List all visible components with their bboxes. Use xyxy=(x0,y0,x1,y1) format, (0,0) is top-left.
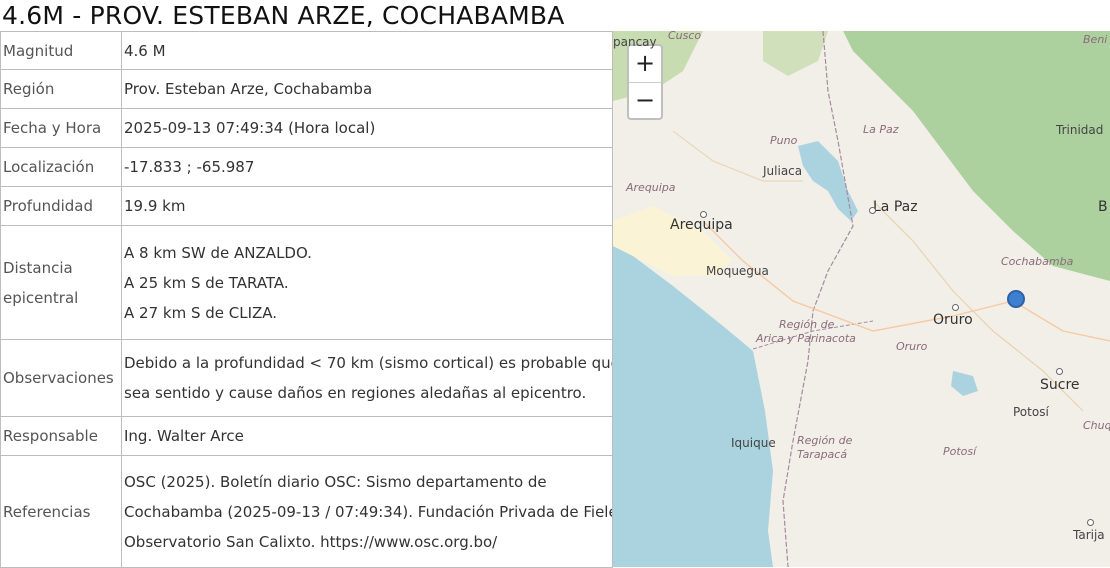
distance-line: A 27 km S de CLIZA. xyxy=(124,303,278,322)
table-row: Profundidad 19.9 km xyxy=(0,186,613,226)
map-label-arica-2: Arica y Parinacota xyxy=(756,332,856,345)
map-label-arequipa: Arequipa xyxy=(670,217,733,233)
value-location: -17.833 ; -65.987 xyxy=(121,147,613,187)
map-label-b: B xyxy=(1098,199,1108,215)
label-references: Referencias xyxy=(0,455,122,568)
map-label-trinidad: Trinidad xyxy=(1056,123,1104,137)
value-datetime: 2025-09-13 07:49:34 (Hora local) xyxy=(121,108,613,148)
label-location: Localización xyxy=(0,147,122,187)
table-row: Magnitud 4.6 M xyxy=(0,31,613,70)
map-label-potosi: Potosí xyxy=(1013,405,1049,419)
map-label-moquegua: Moquegua xyxy=(706,264,769,278)
map-label-beni: Beni xyxy=(1083,33,1108,46)
map-label-cusco: Cusco xyxy=(668,31,702,42)
city-dot-icon xyxy=(952,304,959,311)
label-distance: Distancia epicentral xyxy=(0,225,122,340)
map-label-cochabamba: Cochabamba xyxy=(1001,255,1074,268)
map-label-tarapaca-2: Tarapacá xyxy=(797,448,848,461)
zoom-in-button[interactable]: + xyxy=(629,46,661,82)
map-label-tarija: Tarija xyxy=(1073,528,1105,542)
label-distance-line1: Distancia xyxy=(3,258,73,277)
page-title: 4.6M - PROV. ESTEBAN ARZE, COCHABAMBA xyxy=(2,1,565,30)
map-label-sucre: Sucre xyxy=(1040,377,1080,393)
city-dot-icon xyxy=(1087,519,1094,526)
map-label-apancay: pancay xyxy=(613,35,657,49)
map-label-arequipa-region: Arequipa xyxy=(626,181,676,194)
map-zoom-control: + − xyxy=(627,44,663,120)
label-magnitude: Magnitud xyxy=(0,31,122,70)
table-row: Localización -17.833 ; -65.987 xyxy=(0,147,613,187)
map-label-potosi-region: Potosí xyxy=(943,445,977,458)
map-label-puno: Puno xyxy=(770,134,798,147)
map-label-la-paz-region: La Paz xyxy=(863,123,899,136)
table-row: Fecha y Hora 2025-09-13 07:49:34 (Hora l… xyxy=(0,108,613,148)
table-row: Responsable Ing. Walter Arce xyxy=(0,416,613,456)
value-responsible: Ing. Walter Arce xyxy=(121,416,613,456)
observation-line: Debido a la profundidad < 70 km (sismo c… xyxy=(124,354,613,372)
value-references: OSC (2025). Boletín diario OSC: Sismo de… xyxy=(121,455,613,568)
reference-line: OSC (2025). Boletín diario OSC: Sismo de… xyxy=(124,472,547,491)
observation-line: sea sentido y cause daños en regiones al… xyxy=(124,384,587,402)
earthquake-info-table: Magnitud 4.6 M Región Prov. Esteban Arze… xyxy=(0,31,613,568)
table-row: Distancia epicentral A 8 km SW de ANZALD… xyxy=(0,225,613,340)
distance-line: A 25 km S de TARATA. xyxy=(124,273,289,292)
distance-line: A 8 km SW de ANZALDO. xyxy=(124,243,312,262)
table-row: Región Prov. Esteban Arze, Cochabamba xyxy=(0,69,613,109)
map-label-tarapaca-1: Región de xyxy=(797,434,853,447)
value-distance: A 8 km SW de ANZALDO. A 25 km S de TARAT… xyxy=(121,225,613,340)
map-label-iquique: Iquique xyxy=(731,436,776,450)
map-label-arica-1: Región de xyxy=(779,318,835,331)
reference-line: Observatorio San Calixto. https://www.os… xyxy=(124,532,498,551)
table-row: Referencias OSC (2025). Boletín diario O… xyxy=(0,455,613,568)
map-label-juliaca: Juliaca xyxy=(763,164,803,178)
map-label-chuq: Chuq xyxy=(1083,419,1110,432)
label-datetime: Fecha y Hora xyxy=(0,108,122,148)
map-label-oruro-region: Oruro xyxy=(896,340,928,353)
map-tiles xyxy=(613,31,1110,567)
map-label-oruro: Oruro xyxy=(933,312,973,328)
label-depth: Profundidad xyxy=(0,186,122,226)
value-magnitude: 4.6 M xyxy=(121,31,613,70)
label-responsible: Responsable xyxy=(0,416,122,456)
reference-line: Cochabamba (2025-09-13 / 07:49:34). Fund… xyxy=(124,502,613,521)
city-dot-icon xyxy=(700,211,707,218)
zoom-out-button[interactable]: − xyxy=(629,82,661,118)
value-depth: 19.9 km xyxy=(121,186,613,226)
value-observations: Debido a la profundidad < 70 km (sismo c… xyxy=(121,339,613,417)
epicenter-marker-icon[interactable] xyxy=(1007,290,1025,308)
city-dot-icon xyxy=(1056,368,1063,375)
label-distance-line2: epicentral xyxy=(3,288,79,307)
label-observations: Observaciones xyxy=(0,339,122,417)
map-label-la-paz: La Paz xyxy=(873,199,918,215)
value-region: Prov. Esteban Arze, Cochabamba xyxy=(121,69,613,109)
epicenter-map[interactable]: + − Cusco Beni pancay Trinidad La Paz Pu… xyxy=(613,31,1110,567)
city-dot-icon xyxy=(869,207,876,214)
label-region: Región xyxy=(0,69,122,109)
table-row: Observaciones Debido a la profundidad < … xyxy=(0,339,613,417)
